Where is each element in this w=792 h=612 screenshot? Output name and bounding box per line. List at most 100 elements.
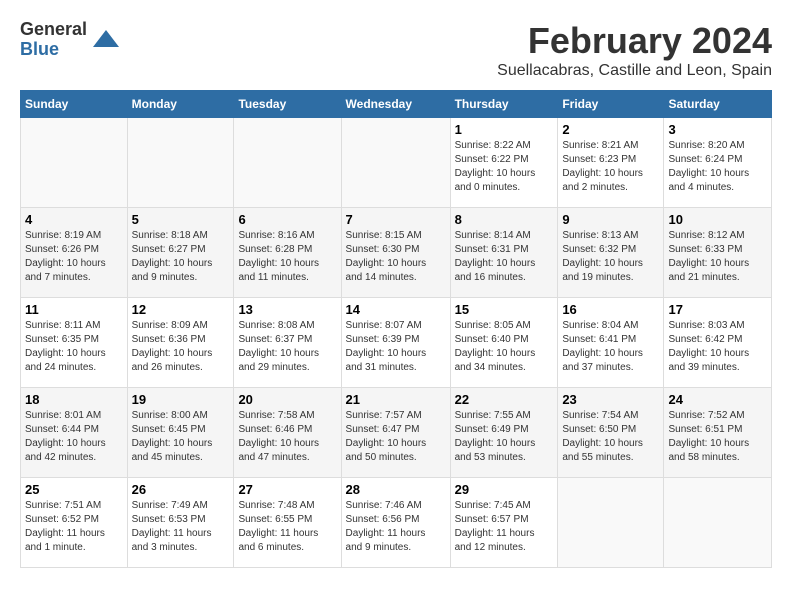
calendar-cell xyxy=(664,478,772,568)
day-info: Sunrise: 7:57 AMSunset: 6:47 PMDaylight:… xyxy=(346,409,446,465)
day-number: 17 xyxy=(668,302,767,317)
calendar-cell: 28Sunrise: 7:46 AMSunset: 6:56 PMDayligh… xyxy=(341,478,450,568)
day-info: Sunrise: 8:21 AMSunset: 6:23 PMDaylight:… xyxy=(562,139,659,195)
day-number: 14 xyxy=(346,302,446,317)
day-info: Sunrise: 8:18 AMSunset: 6:27 PMDaylight:… xyxy=(132,229,230,285)
day-number: 13 xyxy=(238,302,336,317)
day-number: 9 xyxy=(562,212,659,227)
calendar-cell xyxy=(234,118,341,208)
day-info: Sunrise: 8:13 AMSunset: 6:32 PMDaylight:… xyxy=(562,229,659,285)
day-info: Sunrise: 8:03 AMSunset: 6:42 PMDaylight:… xyxy=(668,319,767,375)
calendar-cell: 18 Sunrise: 8:01 AMSunset: 6:44 PMDayligh… xyxy=(21,388,128,478)
calendar-cell: 19 Sunrise: 8:00 AMSunset: 6:45 PMDayligh… xyxy=(127,388,234,478)
day-info: Sunrise: 8:01 AMSunset: 6:44 PMDaylight:… xyxy=(25,409,123,465)
day-number: 20 xyxy=(238,392,336,407)
weekday-header: Thursday xyxy=(450,91,558,118)
day-info: Sunrise: 7:49 AMSunset: 6:53 PMDaylight:… xyxy=(132,499,230,555)
day-number: 21 xyxy=(346,392,446,407)
calendar-cell: 11Sunrise: 8:11 AMSunset: 6:35 PMDayligh… xyxy=(21,298,128,388)
calendar-cell: 25 Sunrise: 7:51 AMSunset: 6:52 PMDayligh… xyxy=(21,478,128,568)
logo-blue: Blue xyxy=(20,40,87,60)
day-number: 27 xyxy=(238,482,336,497)
day-number: 18 xyxy=(25,392,123,407)
calendar-cell: 3 Sunrise: 8:20 AMSunset: 6:24 PMDaylight… xyxy=(664,118,772,208)
day-info: Sunrise: 7:45 AMSunset: 6:57 PMDaylight:… xyxy=(455,499,554,555)
calendar-cell: 16 Sunrise: 8:04 AMSunset: 6:41 PMDayligh… xyxy=(558,298,664,388)
day-number: 6 xyxy=(238,212,336,227)
calendar-cell: 6 Sunrise: 8:16 AMSunset: 6:28 PMDaylight… xyxy=(234,208,341,298)
day-info: Sunrise: 8:20 AMSunset: 6:24 PMDaylight:… xyxy=(668,139,767,195)
calendar-table: SundayMondayTuesdayWednesdayThursdayFrid… xyxy=(20,90,772,568)
day-number: 10 xyxy=(668,212,767,227)
day-info: Sunrise: 7:58 AMSunset: 6:46 PMDaylight:… xyxy=(238,409,336,465)
logo-icon xyxy=(91,25,121,55)
day-info: Sunrise: 8:22 AMSunset: 6:22 PMDaylight:… xyxy=(455,139,554,195)
day-number: 29 xyxy=(455,482,554,497)
day-info: Sunrise: 7:54 AMSunset: 6:50 PMDaylight:… xyxy=(562,409,659,465)
day-number: 8 xyxy=(455,212,554,227)
day-info: Sunrise: 8:08 AMSunset: 6:37 PMDaylight:… xyxy=(238,319,336,375)
calendar-cell: 8 Sunrise: 8:14 AMSunset: 6:31 PMDaylight… xyxy=(450,208,558,298)
day-info: Sunrise: 7:51 AMSunset: 6:52 PMDaylight:… xyxy=(25,499,123,555)
weekday-header: Wednesday xyxy=(341,91,450,118)
calendar-cell: 12 Sunrise: 8:09 AMSunset: 6:36 PMDayligh… xyxy=(127,298,234,388)
day-info: Sunrise: 8:00 AMSunset: 6:45 PMDaylight:… xyxy=(132,409,230,465)
day-info: Sunrise: 7:46 AMSunset: 6:56 PMDaylight:… xyxy=(346,499,446,555)
day-number: 2 xyxy=(562,122,659,137)
calendar-cell: 2 Sunrise: 8:21 AMSunset: 6:23 PMDaylight… xyxy=(558,118,664,208)
calendar-cell: 4 Sunrise: 8:19 AMSunset: 6:26 PMDaylight… xyxy=(21,208,128,298)
calendar-cell: 14 Sunrise: 8:07 AMSunset: 6:39 PMDayligh… xyxy=(341,298,450,388)
day-info: Sunrise: 8:12 AMSunset: 6:33 PMDaylight:… xyxy=(668,229,767,285)
month-title: February 2024 xyxy=(497,20,772,62)
day-number: 4 xyxy=(25,212,123,227)
day-info: Sunrise: 8:11 AMSunset: 6:35 PMDaylight:… xyxy=(25,319,123,375)
day-info: Sunrise: 8:14 AMSunset: 6:31 PMDaylight:… xyxy=(455,229,554,285)
calendar-week-row: 1 Sunrise: 8:22 AMSunset: 6:22 PMDaylight… xyxy=(21,118,772,208)
calendar-cell xyxy=(21,118,128,208)
weekday-header: Sunday xyxy=(21,91,128,118)
day-number: 7 xyxy=(346,212,446,227)
day-number: 25 xyxy=(25,482,123,497)
day-info: Sunrise: 7:52 AMSunset: 6:51 PMDaylight:… xyxy=(668,409,767,465)
weekday-header: Monday xyxy=(127,91,234,118)
day-info: Sunrise: 8:07 AMSunset: 6:39 PMDaylight:… xyxy=(346,319,446,375)
logo-general: General xyxy=(20,20,87,40)
day-info: Sunrise: 8:05 AMSunset: 6:40 PMDaylight:… xyxy=(455,319,554,375)
location-title: Suellacabras, Castille and Leon, Spain xyxy=(497,62,772,80)
calendar-cell: 15 Sunrise: 8:05 AMSunset: 6:40 PMDayligh… xyxy=(450,298,558,388)
page-header: General Blue February 2024 Suellacabras,… xyxy=(20,20,772,80)
calendar-week-row: 25 Sunrise: 7:51 AMSunset: 6:52 PMDayligh… xyxy=(21,478,772,568)
day-number: 19 xyxy=(132,392,230,407)
day-number: 26 xyxy=(132,482,230,497)
day-number: 1 xyxy=(455,122,554,137)
calendar-cell: 26 Sunrise: 7:49 AMSunset: 6:53 PMDayligh… xyxy=(127,478,234,568)
day-info: Sunrise: 7:48 AMSunset: 6:55 PMDaylight:… xyxy=(238,499,336,555)
weekday-header: Saturday xyxy=(664,91,772,118)
weekday-header-row: SundayMondayTuesdayWednesdayThursdayFrid… xyxy=(21,91,772,118)
day-info: Sunrise: 8:15 AMSunset: 6:30 PMDaylight:… xyxy=(346,229,446,285)
day-number: 23 xyxy=(562,392,659,407)
calendar-cell: 24 Sunrise: 7:52 AMSunset: 6:51 PMDayligh… xyxy=(664,388,772,478)
calendar-cell: 7 Sunrise: 8:15 AMSunset: 6:30 PMDaylight… xyxy=(341,208,450,298)
calendar-week-row: 4 Sunrise: 8:19 AMSunset: 6:26 PMDaylight… xyxy=(21,208,772,298)
calendar-cell: 10 Sunrise: 8:12 AMSunset: 6:33 PMDayligh… xyxy=(664,208,772,298)
logo: General Blue xyxy=(20,20,121,60)
day-number: 16 xyxy=(562,302,659,317)
day-info: Sunrise: 8:19 AMSunset: 6:26 PMDaylight:… xyxy=(25,229,123,285)
day-number: 5 xyxy=(132,212,230,227)
calendar-week-row: 18 Sunrise: 8:01 AMSunset: 6:44 PMDayligh… xyxy=(21,388,772,478)
calendar-cell: 27 Sunrise: 7:48 AMSunset: 6:55 PMDayligh… xyxy=(234,478,341,568)
day-number: 24 xyxy=(668,392,767,407)
day-info: Sunrise: 7:55 AMSunset: 6:49 PMDaylight:… xyxy=(455,409,554,465)
day-info: Sunrise: 8:04 AMSunset: 6:41 PMDaylight:… xyxy=(562,319,659,375)
weekday-header: Friday xyxy=(558,91,664,118)
day-info: Sunrise: 8:16 AMSunset: 6:28 PMDaylight:… xyxy=(238,229,336,285)
calendar-cell: 13 Sunrise: 8:08 AMSunset: 6:37 PMDayligh… xyxy=(234,298,341,388)
day-number: 3 xyxy=(668,122,767,137)
calendar-cell xyxy=(127,118,234,208)
day-number: 12 xyxy=(132,302,230,317)
weekday-header: Tuesday xyxy=(234,91,341,118)
calendar-cell: 20 Sunrise: 7:58 AMSunset: 6:46 PMDayligh… xyxy=(234,388,341,478)
day-info: Sunrise: 8:09 AMSunset: 6:36 PMDaylight:… xyxy=(132,319,230,375)
day-number: 15 xyxy=(455,302,554,317)
